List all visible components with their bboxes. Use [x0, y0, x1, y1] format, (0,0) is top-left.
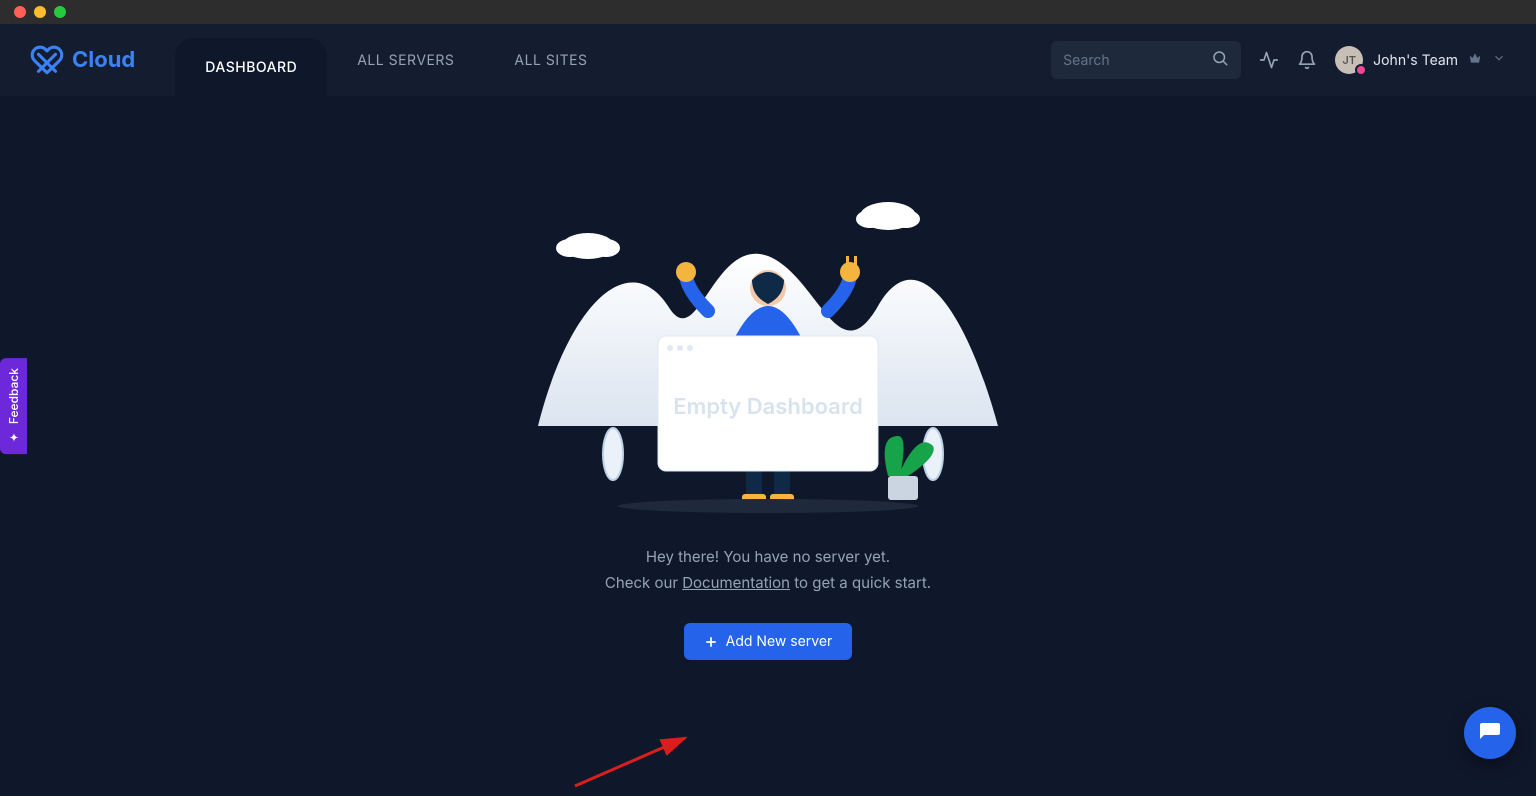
search-input[interactable]	[1063, 52, 1211, 69]
crown-icon	[1468, 51, 1482, 69]
chevron-down-icon	[1492, 51, 1506, 69]
tab-all-sites-label: ALL SITES	[514, 52, 587, 69]
header-right: JT John's Team	[1051, 24, 1506, 96]
avatar: JT	[1335, 46, 1363, 74]
window-minimize-button[interactable]	[34, 6, 46, 18]
avatar-badge	[1355, 64, 1367, 76]
sparkle-icon: ✦	[6, 430, 21, 444]
empty-state-illustration: Empty Dashboard	[538, 176, 998, 520]
empty-line2-suffix: to get a quick start.	[790, 573, 931, 592]
documentation-link[interactable]: Documentation	[682, 573, 790, 592]
team-label: John's Team	[1373, 52, 1458, 69]
main-nav: DASHBOARD ALL SERVERS ALL SITES	[175, 24, 617, 96]
activity-icon[interactable]	[1259, 50, 1279, 70]
window-close-button[interactable]	[14, 6, 26, 18]
tab-dashboard[interactable]: DASHBOARD	[175, 38, 327, 96]
window-maximize-button[interactable]	[54, 6, 66, 18]
annotation-arrow	[570, 726, 700, 796]
heart-logo-icon	[30, 43, 64, 77]
empty-line1: Hey there! You have no server yet.	[605, 544, 931, 570]
team-menu[interactable]: JT John's Team	[1335, 46, 1506, 74]
empty-line2-prefix: Check our	[605, 573, 682, 592]
tab-all-servers-label: ALL SERVERS	[357, 52, 454, 69]
search-box[interactable]	[1051, 41, 1241, 79]
feedback-tab[interactable]: ✦ Feedback	[0, 358, 27, 454]
search-icon	[1211, 49, 1229, 71]
feedback-label: Feedback	[6, 368, 21, 424]
empty-line2: Check our Documentation to get a quick s…	[605, 570, 931, 596]
avatar-initials: JT	[1342, 53, 1356, 67]
tab-dashboard-label: DASHBOARD	[205, 59, 297, 76]
add-server-label: Add New server	[726, 633, 833, 650]
brand-logo[interactable]: Cloud	[30, 24, 175, 96]
window-titlebar	[0, 0, 1536, 24]
notifications-icon[interactable]	[1297, 50, 1317, 70]
add-server-button[interactable]: Add New server	[684, 623, 853, 660]
plus-icon	[704, 635, 718, 649]
chat-icon	[1478, 721, 1502, 745]
tab-all-servers[interactable]: ALL SERVERS	[327, 24, 484, 96]
empty-card-title: Empty Dashboard	[673, 394, 863, 420]
tab-all-sites[interactable]: ALL SITES	[484, 24, 617, 96]
app-header: Cloud DASHBOARD ALL SERVERS ALL SITES JT	[0, 24, 1536, 96]
empty-state-text: Hey there! You have no server yet. Check…	[605, 544, 931, 595]
main-content: Empty Dashboard Hey there! You have no s…	[0, 96, 1536, 660]
chat-fab[interactable]	[1464, 707, 1516, 759]
brand-name: Cloud	[72, 47, 135, 73]
